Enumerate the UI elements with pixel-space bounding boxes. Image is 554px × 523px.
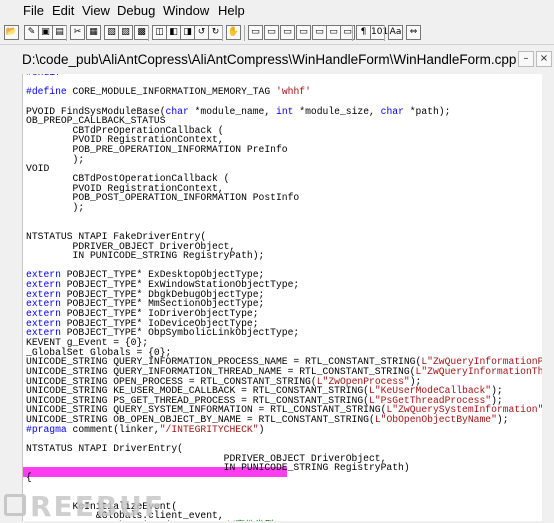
toolbar-button-11[interactable]: ◨	[180, 25, 195, 40]
file-path-bar: D:\code_pub\AliAntCopress\AliAntCompress…	[0, 44, 554, 75]
code-line: IN PUNICODE_STRING RegistryPath)	[26, 462, 410, 474]
watermark: REEBUF	[30, 490, 166, 523]
toolbar-separator	[66, 25, 67, 41]
watermark-logo-icon	[4, 494, 26, 516]
toolbar-button-2[interactable]: ▣	[38, 25, 53, 40]
code-line: POB_PRE_OPERATION_INFORMATION PreInfo	[26, 144, 288, 156]
menu-edit[interactable]: Edit	[52, 3, 74, 18]
toolbar-separator	[352, 25, 353, 41]
toolbar-separator	[244, 25, 245, 41]
menu-help[interactable]: Help	[218, 3, 245, 18]
menu-view[interactable]: View	[82, 3, 110, 18]
toolbar-button-17[interactable]: ▭	[280, 25, 295, 40]
toolbar-button-19[interactable]: ▭	[312, 25, 327, 40]
code-line: );	[26, 153, 85, 165]
toolbar-button-16[interactable]: ▭	[264, 25, 279, 40]
toolbar-button-6[interactable]: ▧	[104, 25, 119, 40]
code-line: POB_POST_OPERATION_INFORMATION PostInfo	[26, 192, 300, 204]
close-icon[interactable]: ×	[536, 51, 552, 67]
toolbar-button-25[interactable]: ⇔	[406, 25, 421, 40]
menu-bar: File Edit View Debug Window Help	[0, 0, 554, 22]
code-line: IN PUNICODE_STRING RegistryPath);	[26, 250, 265, 262]
toolbar-button-10[interactable]: ◧	[166, 25, 181, 40]
toolbar-button-4[interactable]: ✂	[70, 25, 85, 40]
code-editor[interactable]: #endif #define CORE_MODULE_INFORMATION_M…	[22, 74, 543, 521]
toolbar-button-12[interactable]: ↺	[194, 25, 209, 40]
menu-file[interactable]: File	[23, 3, 44, 18]
toolbar-button-24[interactable]: Aa	[388, 25, 403, 40]
toolbar-button-13[interactable]: ↻	[208, 25, 223, 40]
toolbar-button-18[interactable]: ▭	[296, 25, 311, 40]
code-line: );	[26, 201, 85, 213]
toolbar-button-1[interactable]: ✎	[24, 25, 39, 40]
code-line: #define CORE_MODULE_INFORMATION_MEMORY_T…	[26, 86, 311, 98]
toolbar-button-8[interactable]: ▩	[134, 25, 149, 40]
toolbar-separator	[148, 25, 149, 41]
file-path: D:\code_pub\AliAntCopress\AliAntCompress…	[22, 52, 517, 67]
minimize-icon[interactable]: –	[518, 51, 534, 67]
toolbar-button-7[interactable]: ▨	[118, 25, 133, 40]
toolbar-button-0[interactable]: 📂	[4, 25, 19, 40]
toolbar-button-3[interactable]: ▤	[52, 25, 67, 40]
vertical-scrollbar[interactable]	[542, 74, 554, 521]
toolbar-button-5[interactable]: ▦	[86, 25, 101, 40]
toolbar-separator	[384, 25, 385, 41]
toolbar-button-22[interactable]: ¶	[356, 25, 371, 40]
toolbar-button-20[interactable]: ▭	[326, 25, 341, 40]
menu-window[interactable]: Window	[163, 3, 209, 18]
toolbar-button-14[interactable]: ✋	[226, 25, 241, 40]
code-line: #pragma comment(linker,"/INTEGRITYCHECK"…	[26, 423, 265, 435]
toolbar-button-15[interactable]: ▭	[248, 25, 263, 40]
code-text: #endif #define CORE_MODULE_INFORMATION_M…	[26, 74, 543, 521]
toolbar-button-23[interactable]: 101	[370, 25, 388, 40]
toolbar-separator	[222, 25, 223, 41]
toolbar: 📂 ✎ ▣ ▤ ✂ ▦ ▧ ▨ ▩ ◫ ◧ ◨ ↺ ↻ ✋ ▭ ▭ ▭ ▭ ▭ ▭ ▭ ¶ 101 Aa ⇔	[0, 22, 554, 44]
toolbar-button-9[interactable]: ◫	[152, 25, 167, 40]
menu-debug[interactable]: Debug	[117, 3, 155, 18]
